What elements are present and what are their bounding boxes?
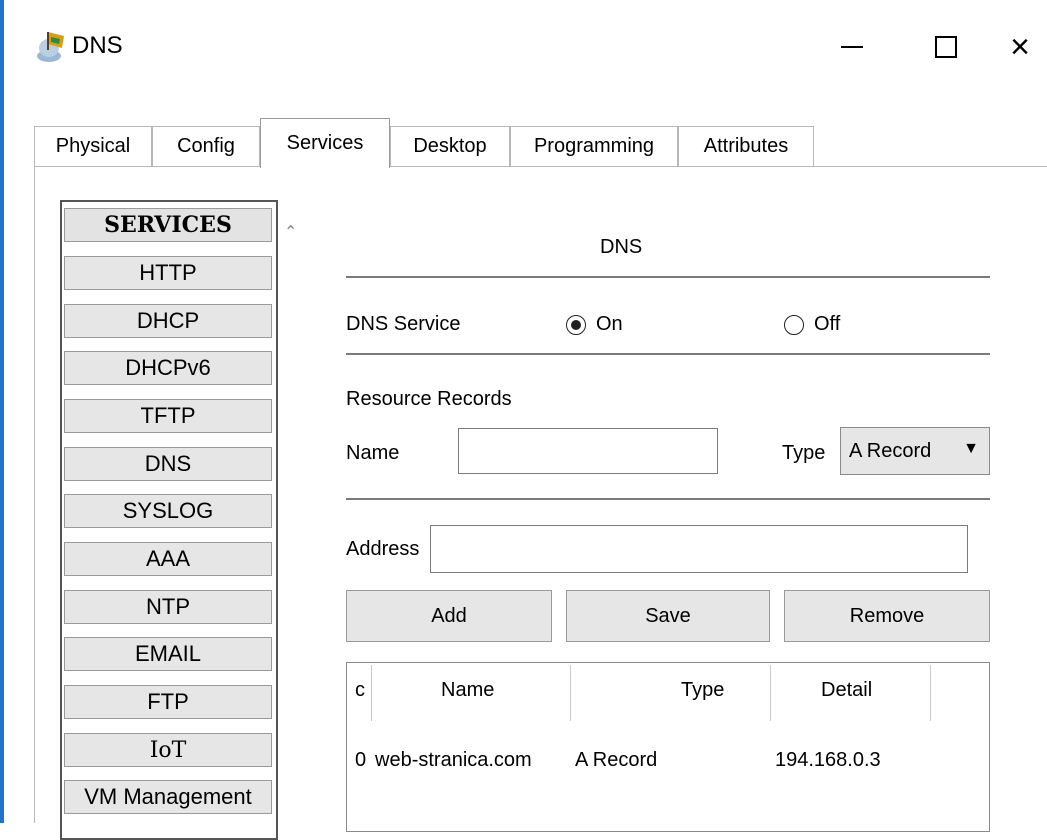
tab-programming[interactable]: Programming: [510, 126, 678, 166]
service-item-syslog[interactable]: SYSLOG: [64, 494, 272, 528]
service-item-dhcpv6[interactable]: DHCPv6: [64, 351, 272, 385]
table-cell-name: web-stranica.com: [375, 749, 532, 771]
service-item-email[interactable]: EMAIL: [64, 637, 272, 671]
minimize-icon: [841, 46, 863, 48]
close-icon: ×: [1010, 28, 1030, 66]
divider: [346, 498, 990, 500]
tab-label: Services: [286, 132, 364, 154]
dns-section-title: DNS: [600, 236, 643, 258]
column-header-index: c: [355, 679, 365, 701]
resource-records-label: Resource Records: [346, 388, 512, 410]
dns-off-label: Off: [814, 313, 841, 335]
column-separator: [930, 665, 931, 721]
tab-desktop[interactable]: Desktop: [390, 126, 510, 166]
service-item-dhcp[interactable]: DHCP: [64, 304, 272, 338]
remove-button[interactable]: Remove: [784, 590, 990, 642]
tab-label: Programming: [533, 135, 655, 157]
scroll-up-icon[interactable]: ⌃: [284, 222, 297, 242]
service-item-iot[interactable]: IoT: [64, 733, 272, 767]
tab-attributes[interactable]: Attributes: [678, 126, 814, 166]
radio-unselected-icon: [784, 314, 804, 335]
name-input[interactable]: [458, 428, 718, 474]
type-select-value: A Record: [849, 439, 932, 462]
close-button[interactable]: ×: [990, 20, 1047, 74]
service-item-vm-management[interactable]: VM Management: [64, 780, 272, 814]
column-separator: [770, 665, 771, 721]
add-button[interactable]: Add: [346, 590, 552, 642]
service-item-http[interactable]: HTTP: [64, 256, 272, 290]
column-header-name[interactable]: Name: [441, 679, 494, 702]
service-item-aaa[interactable]: AAA: [64, 542, 272, 576]
divider: [346, 276, 990, 278]
maximize-icon: [935, 36, 957, 58]
dns-service-label: DNS Service: [346, 313, 461, 335]
tab-label: Physical: [55, 135, 131, 157]
dropdown-arrow-icon: ▼: [963, 440, 979, 457]
service-item-tftp[interactable]: TFTP: [64, 399, 272, 433]
dns-on-radio[interactable]: On: [566, 313, 623, 336]
column-separator: [371, 665, 372, 721]
divider: [346, 353, 990, 355]
dns-off-radio[interactable]: Off: [784, 313, 840, 336]
address-label: Address: [346, 538, 420, 560]
name-label: Name: [346, 442, 400, 464]
window-left-border: [0, 0, 4, 823]
table-cell-index: 0: [355, 749, 367, 771]
column-separator: [570, 665, 571, 721]
services-scrollbar[interactable]: [280, 200, 304, 840]
service-item-ntp[interactable]: NTP: [64, 590, 272, 624]
tab-label: Config: [177, 135, 235, 157]
type-label: Type: [782, 442, 826, 464]
tab-bar: Physical Config Services Desktop Program…: [34, 118, 1034, 168]
column-header-detail[interactable]: Detail: [821, 679, 872, 702]
tab-physical[interactable]: Physical: [34, 126, 152, 166]
address-input[interactable]: [430, 525, 968, 573]
column-header-type[interactable]: Type: [681, 679, 724, 702]
minimize-button[interactable]: [822, 20, 882, 74]
tab-label: Attributes: [703, 135, 789, 157]
tab-label: Desktop: [413, 135, 487, 157]
services-header: SERVICES: [64, 208, 272, 242]
type-select[interactable]: A Record ▼: [840, 427, 990, 475]
title-bar: DNS ×: [4, 0, 1047, 96]
radio-selected-icon: [566, 314, 586, 335]
tab-config[interactable]: Config: [152, 126, 260, 166]
tab-services[interactable]: Services: [260, 118, 390, 168]
table-cell-type: A Record: [575, 749, 658, 771]
table-cell-detail: 194.168.0.3: [775, 749, 881, 771]
service-item-ftp[interactable]: FTP: [64, 685, 272, 719]
packet-tracer-server-icon: [37, 32, 64, 62]
maximize-button[interactable]: [916, 20, 976, 74]
dns-records-table[interactable]: c Name Type Detail 0 web-stranica.com A …: [346, 662, 990, 832]
save-button[interactable]: Save: [566, 590, 770, 642]
dns-on-label: On: [596, 313, 623, 335]
window-title: DNS: [72, 32, 123, 59]
service-item-dns[interactable]: DNS: [64, 447, 272, 481]
